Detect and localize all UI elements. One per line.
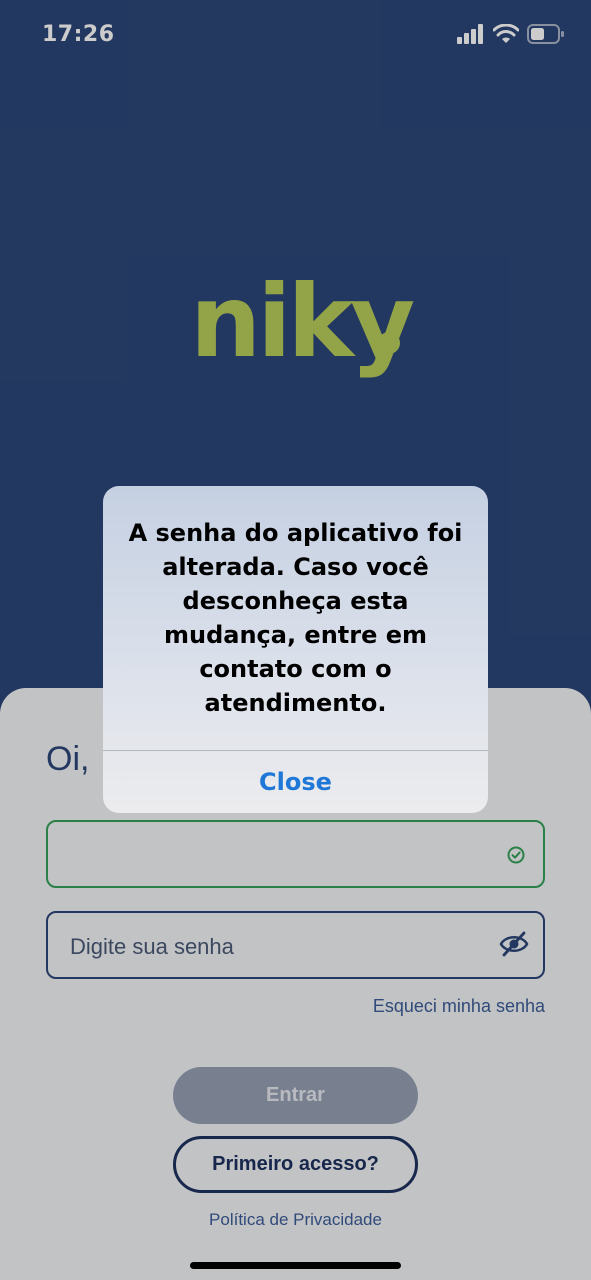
home-indicator[interactable] [190, 1262, 401, 1269]
alert-close-button[interactable]: Close [103, 751, 488, 813]
alert-dialog: A senha do aplicativo foi alterada. Caso… [103, 486, 488, 813]
alert-message: A senha do aplicativo foi alterada. Caso… [128, 519, 463, 717]
